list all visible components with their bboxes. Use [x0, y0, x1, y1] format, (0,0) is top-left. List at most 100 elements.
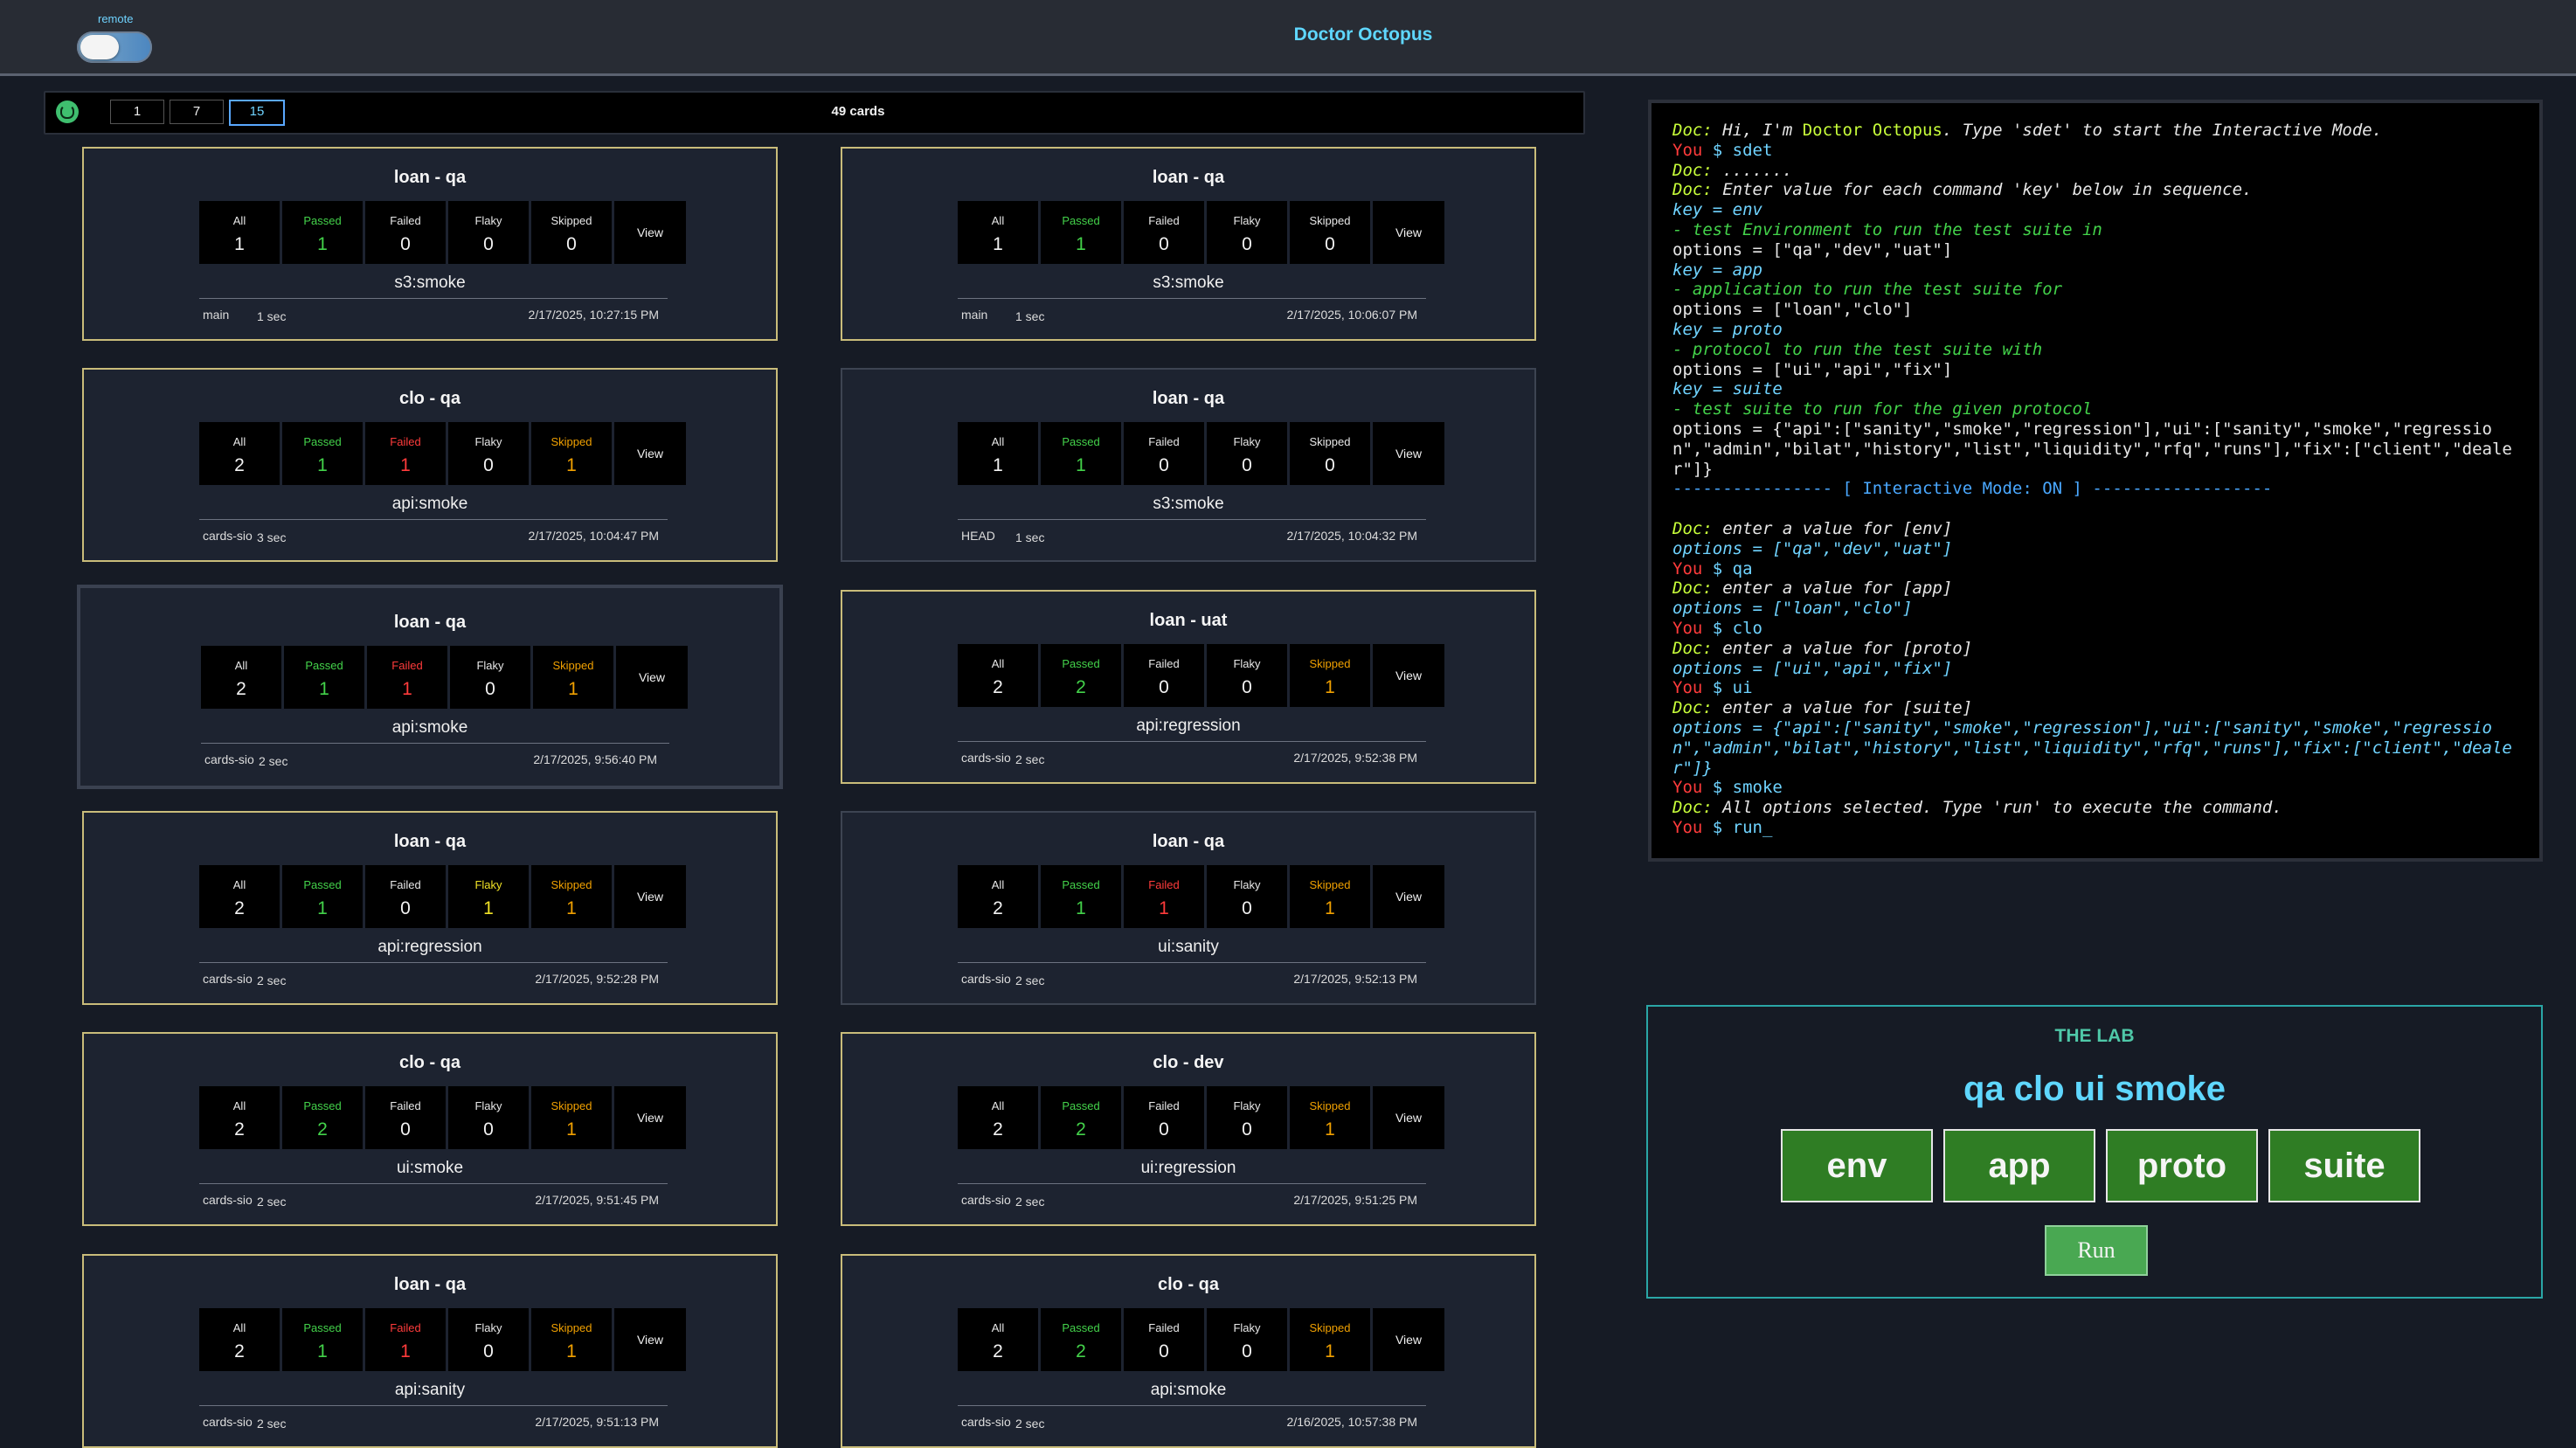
- stat-flaky: Flaky 0: [448, 201, 529, 264]
- terminal-text: options = ["loan","clo"]: [1672, 300, 1913, 320]
- view-button[interactable]: View: [1373, 644, 1444, 707]
- stat-value: 1: [1159, 898, 1169, 918]
- card-duration: 2 sec: [257, 1195, 287, 1209]
- test-run-card[interactable]: loan - qa All 2 Passed 1 Failed 0 Flaky 1 Skipped…: [82, 811, 778, 1005]
- test-run-card[interactable]: loan - qa All 1 Passed 1 Failed 0 Flaky 0 Skipped…: [82, 147, 778, 341]
- stat-flaky: Flaky 0: [1207, 865, 1287, 928]
- test-run-card[interactable]: clo - dev All 2 Passed 2 Failed 0 Flaky 0 Skipped…: [841, 1032, 1536, 1226]
- stat-value: 0: [483, 455, 494, 475]
- terminal-text: Doctor Octopus: [1802, 121, 1942, 140]
- card-suite: ui:smoke: [396, 1159, 464, 1177]
- stat-failed: Failed 0: [1124, 422, 1204, 485]
- stat-value: 0: [1325, 234, 1335, 254]
- stat-value: 0: [1159, 1119, 1169, 1140]
- app-button[interactable]: app: [1943, 1129, 2095, 1202]
- card-stats: All 2 Passed 1 Failed 0 Flaky 1 Skipped 1 View: [199, 865, 686, 928]
- test-run-card[interactable]: clo - qa All 2 Passed 1 Failed 1 Flaky 0 Skipped 1…: [82, 368, 778, 562]
- stat-label: All: [991, 1321, 1005, 1334]
- terminal-line: Doc: Hi, I'm Doctor Octopus. Type 'sdet'…: [1672, 121, 2517, 141]
- suite-button[interactable]: suite: [2268, 1129, 2420, 1202]
- stat-label: Failed: [1148, 435, 1180, 448]
- terminal-text: options = ["ui","api","fix"]: [1672, 658, 1953, 678]
- view-button[interactable]: View: [1373, 1308, 1444, 1371]
- view-button[interactable]: View: [1373, 865, 1444, 928]
- stat-label: All: [232, 1321, 246, 1334]
- view-button[interactable]: View: [614, 1308, 686, 1371]
- stat-label: Failed: [1148, 214, 1180, 227]
- view-button[interactable]: View: [616, 646, 688, 709]
- terminal-text: options = ["qa","dev","uat"]: [1672, 239, 1953, 260]
- terminal-text: enter a value for [proto]: [1722, 638, 1973, 658]
- test-run-card[interactable]: loan - uat All 2 Passed 2 Failed 0 Flaky 0 Skippe…: [841, 590, 1536, 784]
- stat-passed: Passed 1: [282, 865, 363, 928]
- stat-value: 1: [993, 455, 1003, 475]
- terminal-text: Doc:: [1672, 698, 1723, 718]
- terminal-text: $ run_: [1712, 817, 1773, 837]
- proto-button[interactable]: proto: [2106, 1129, 2258, 1202]
- stat-value: 0: [400, 1119, 411, 1140]
- test-run-card[interactable]: clo - qa All 2 Passed 2 Failed 0 Flaky 0 Skipped 1…: [82, 1032, 778, 1226]
- card-divider: [199, 519, 668, 520]
- card-divider: [199, 1183, 668, 1184]
- stat-value: 1: [317, 234, 328, 254]
- stat-label: Flaky: [476, 659, 504, 672]
- stat-value: 1: [566, 455, 577, 475]
- stat-label: Passed: [303, 435, 342, 448]
- terminal-text: You: [1672, 817, 1713, 837]
- terminal-line: Doc: All options selected. Type 'run' to…: [1672, 798, 2517, 818]
- test-run-card[interactable]: loan - qa All 2 Passed 1 Failed 1 Flaky 0 Skipped…: [841, 811, 1536, 1005]
- test-run-card[interactable]: loan - qa All 2 Passed 1 Failed 1 Flaky 0 Skipped…: [82, 1254, 778, 1448]
- test-run-card[interactable]: loan - qa All 2 Passed 1 Failed 1 Flaky 0 Skipped…: [77, 585, 783, 789]
- env-button[interactable]: env: [1781, 1129, 1933, 1202]
- page-size-button-15[interactable]: 15: [229, 100, 285, 126]
- remote-toggle[interactable]: [77, 31, 152, 63]
- test-run-card[interactable]: clo - qa All 2 Passed 2 Failed 0 Flaky 0 Skipped 1…: [841, 1254, 1536, 1448]
- run-button[interactable]: Run: [2045, 1225, 2148, 1276]
- stat-label: Skipped: [551, 1099, 592, 1112]
- page-size-button-1[interactable]: 1: [110, 100, 164, 124]
- stat-label: Passed: [1062, 435, 1100, 448]
- view-button[interactable]: View: [1373, 422, 1444, 485]
- card-duration: 3 sec: [257, 530, 287, 544]
- view-button[interactable]: View: [614, 1086, 686, 1149]
- stat-value: 1: [400, 1341, 411, 1361]
- terminal-text: - test Environment to run the test suite…: [1672, 219, 2102, 239]
- view-button[interactable]: View: [1373, 201, 1444, 264]
- stat-value: 2: [1076, 1341, 1086, 1361]
- terminal-text: Doc:: [1672, 121, 1723, 140]
- view-button[interactable]: View: [614, 865, 686, 928]
- terminal-text: ---------------- [ Interactive Mode: ON …: [1672, 479, 2273, 499]
- terminal-panel[interactable]: Doc: Hi, I'm Doctor Octopus. Type 'sdet'…: [1648, 100, 2543, 862]
- stat-value: 0: [1159, 234, 1169, 254]
- stat-label: Flaky: [474, 1099, 502, 1112]
- stat-value: 0: [483, 234, 494, 254]
- card-branch: cards-sio: [961, 1415, 1011, 1429]
- stat-value: 0: [1325, 455, 1335, 475]
- refresh-icon[interactable]: [56, 100, 79, 123]
- card-title: clo - qa: [398, 1053, 460, 1072]
- view-button[interactable]: View: [614, 422, 686, 485]
- card-stats: All 1 Passed 1 Failed 0 Flaky 0 Skipped 0 View: [958, 201, 1444, 264]
- test-run-card[interactable]: loan - qa All 1 Passed 1 Failed 0 Flaky 0 Skipped…: [841, 368, 1536, 562]
- stat-value: 1: [1325, 677, 1335, 697]
- terminal-text: key = proto: [1672, 319, 1783, 339]
- terminal-text: $ sdet: [1712, 140, 1773, 160]
- card-duration: 2 sec: [257, 973, 287, 987]
- stat-flaky: Flaky 0: [450, 646, 530, 709]
- test-run-card[interactable]: loan - qa All 1 Passed 1 Failed 0 Flaky 0 Skipped…: [841, 147, 1536, 341]
- lab-title: THE LAB: [2054, 1026, 2135, 1046]
- stat-label: All: [234, 659, 248, 672]
- cards-toolbar: 1 7 15 49 cards: [44, 91, 1585, 135]
- view-button[interactable]: View: [1373, 1086, 1444, 1149]
- stat-skipped: Skipped 0: [531, 201, 612, 264]
- stat-flaky: Flaky 0: [448, 422, 529, 485]
- page-size-button-7[interactable]: 7: [170, 100, 224, 124]
- card-branch: cards-sio: [203, 529, 253, 543]
- view-button[interactable]: View: [614, 201, 686, 264]
- stat-label: Flaky: [474, 435, 502, 448]
- stat-value: 0: [485, 679, 495, 699]
- stat-label: Skipped: [551, 435, 592, 448]
- card-branch: cards-sio: [203, 1415, 253, 1429]
- stat-passed: Passed 2: [1041, 1086, 1121, 1149]
